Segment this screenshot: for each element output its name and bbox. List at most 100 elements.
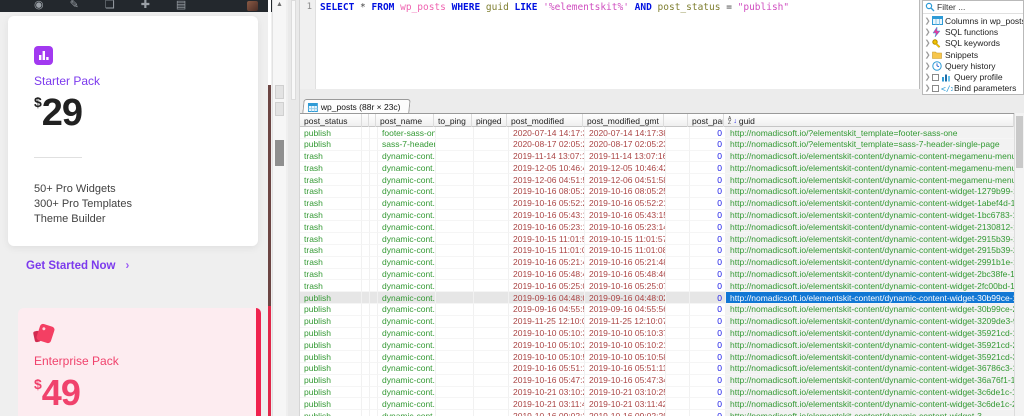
cell-c1[interactable] bbox=[362, 256, 370, 269]
cell-post_modified[interactable]: 2019-10-16 05:47:34 bbox=[509, 374, 585, 387]
tree-item-bind-parameters[interactable]: ❯ </>Bind parameters bbox=[923, 83, 1023, 94]
cell-c2[interactable] bbox=[370, 174, 378, 186]
cell-post_name[interactable]: dynamic-cont... bbox=[378, 280, 436, 293]
cell-post_parent[interactable]: 0 bbox=[690, 256, 726, 269]
table-row[interactable]: publish dynamic-cont... 2019-11-25 12:10:0… bbox=[300, 315, 1014, 328]
cell-post_modified_gmt[interactable]: 2019-10-10 05:10:21 bbox=[585, 339, 666, 352]
cell-post_name[interactable]: dynamic-cont... bbox=[378, 398, 436, 411]
table-row[interactable]: publish dynamic-cont... 2019-10-10 05:10:3… bbox=[300, 327, 1014, 340]
get-started-link[interactable]: Get Started Now › bbox=[26, 260, 129, 272]
cell-guid[interactable]: http://nomadicsoft.io/elementskit-conten… bbox=[726, 292, 1014, 304]
cell-post_modified_gmt[interactable]: 2020-07-14 14:17:38 bbox=[585, 127, 666, 139]
cell-to_ping[interactable] bbox=[436, 362, 474, 375]
cell-post_name[interactable]: dynamic-cont... bbox=[378, 233, 436, 245]
tree-item-sql-functions[interactable]: ❯ SQL functions bbox=[923, 26, 1023, 38]
cell-pinged[interactable] bbox=[474, 221, 509, 234]
column-header-post_modified[interactable]: post_modified bbox=[507, 114, 583, 127]
cell-c1[interactable] bbox=[362, 410, 370, 416]
cell-post_name[interactable]: dynamic-cont... bbox=[378, 303, 436, 316]
cell-guid[interactable]: http://nomadicsoft.io/elementskit-conten… bbox=[726, 351, 1014, 363]
cell-guid[interactable]: http://nomadicsoft.io/elementskit-conten… bbox=[726, 185, 1014, 198]
cell-c2[interactable] bbox=[370, 185, 378, 198]
cell-c1[interactable] bbox=[362, 398, 370, 411]
tree-item-snippets[interactable]: ❯ Snippets bbox=[923, 49, 1023, 60]
browser-scrollbar[interactable]: ▲ bbox=[272, 0, 286, 416]
cell-to_ping[interactable] bbox=[436, 197, 474, 210]
cell-c1[interactable] bbox=[362, 268, 370, 281]
cell-post_parent[interactable]: 0 bbox=[690, 244, 726, 257]
cell-c3[interactable] bbox=[666, 150, 690, 163]
cell-pinged[interactable] bbox=[474, 351, 509, 363]
cell-c1[interactable] bbox=[362, 174, 370, 186]
column-header-to_ping[interactable]: to_ping bbox=[434, 114, 472, 127]
cell-pinged[interactable] bbox=[474, 138, 509, 151]
table-row[interactable]: trash dynamic-cont... 2019-10-16 05:23:14 2… bbox=[300, 221, 1014, 234]
cell-to_ping[interactable] bbox=[436, 209, 474, 222]
cell-post_modified[interactable]: 2019-10-15 11:01:57 bbox=[509, 233, 585, 245]
cell-c3[interactable] bbox=[666, 162, 690, 175]
cell-post_name[interactable]: dynamic-cont... bbox=[378, 351, 436, 363]
cell-post_parent[interactable]: 0 bbox=[690, 174, 726, 186]
cell-post_name[interactable]: dynamic-cont... bbox=[378, 327, 436, 340]
table-row[interactable]: publish sass-7-header-... 2020-08-17 02:05… bbox=[300, 138, 1014, 151]
cell-post_modified_gmt[interactable]: 2019-10-16 09:02:29 bbox=[585, 410, 666, 416]
cell-post_name[interactable]: dynamic-cont... bbox=[378, 244, 436, 257]
cell-c1[interactable] bbox=[362, 362, 370, 375]
cell-post_name[interactable]: dynamic-cont... bbox=[378, 209, 436, 222]
cell-c2[interactable] bbox=[370, 374, 378, 387]
cell-to_ping[interactable] bbox=[436, 127, 474, 139]
cell-c1[interactable] bbox=[362, 292, 370, 304]
cell-guid[interactable]: http://nomadicsoft.io/elementskit-conten… bbox=[726, 303, 1014, 316]
cell-guid[interactable]: http://nomadicsoft.io/elementskit-conten… bbox=[726, 280, 1014, 293]
cell-c2[interactable] bbox=[370, 138, 378, 151]
cell-to_ping[interactable] bbox=[436, 256, 474, 269]
cell-post_status[interactable]: publish bbox=[300, 410, 362, 416]
cell-c3[interactable] bbox=[666, 256, 690, 269]
cell-post_status[interactable]: publish bbox=[300, 362, 362, 375]
cell-c3[interactable] bbox=[666, 386, 690, 399]
cell-guid[interactable]: http://nomadicsoft.io/elementskit-conten… bbox=[726, 315, 1014, 328]
cell-guid[interactable]: http://nomadicsoft.io/elementskit-conten… bbox=[726, 150, 1014, 163]
cell-post_name[interactable]: dynamic-cont... bbox=[378, 221, 436, 234]
cell-c3[interactable] bbox=[666, 327, 690, 340]
cell-post_modified_gmt[interactable]: 2019-10-15 11:01:08 bbox=[585, 244, 666, 257]
cell-guid[interactable]: http://nomadicsoft.io/elementskit-conten… bbox=[726, 244, 1014, 257]
cell-c1[interactable] bbox=[362, 244, 370, 257]
scroll-up-arrow-icon[interactable]: ▲ bbox=[276, 1, 283, 8]
cell-post_status[interactable]: trash bbox=[300, 244, 362, 257]
cell-to_ping[interactable] bbox=[436, 410, 474, 416]
cell-c2[interactable] bbox=[370, 410, 378, 416]
cell-post_modified_gmt[interactable]: 2019-12-05 10:46:42 bbox=[585, 162, 666, 175]
cell-post_name[interactable]: dynamic-cont... bbox=[378, 162, 436, 175]
cell-post_modified[interactable]: 2019-10-16 08:05:25 bbox=[509, 185, 585, 198]
cell-to_ping[interactable] bbox=[436, 174, 474, 186]
cell-guid[interactable]: http://nomadicsoft.io/elementskit-conten… bbox=[726, 339, 1014, 352]
cell-post_name[interactable]: dynamic-cont... bbox=[378, 362, 436, 375]
cell-post_parent[interactable]: 0 bbox=[690, 362, 726, 375]
table-row[interactable]: publish footer-sass-one 2020-07-14 14:17:3… bbox=[300, 127, 1014, 139]
cell-guid[interactable]: http://nomadicsoft.io/elementskit-conten… bbox=[726, 197, 1014, 210]
pencil-icon[interactable]: ✎ bbox=[70, 0, 79, 11]
cell-guid[interactable]: http://nomadicsoft.io/elementskit-conten… bbox=[726, 386, 1014, 399]
cell-c3[interactable] bbox=[666, 303, 690, 316]
cell-post_modified[interactable]: 2019-12-05 10:46:42 bbox=[509, 162, 585, 175]
table-row[interactable]: publish dynamic-cont... 2019-09-16 04:55:5… bbox=[300, 303, 1014, 316]
table-row[interactable]: trash dynamic-cont... 2019-10-16 05:43:15 2… bbox=[300, 209, 1014, 222]
cell-c1[interactable] bbox=[362, 339, 370, 352]
cell-guid[interactable]: http://nomadicsoft.io/elementskit-conten… bbox=[726, 398, 1014, 411]
cell-post_modified_gmt[interactable]: 2019-10-15 11:01:57 bbox=[585, 233, 666, 245]
cell-post_modified_gmt[interactable]: 2019-09-16 04:48:02 bbox=[585, 292, 666, 304]
column-header-post_modified_gmt[interactable]: post_modified_gmt bbox=[583, 114, 664, 127]
table-row[interactable]: publish dynamic-cont... 2019-10-21 03:11:4… bbox=[300, 398, 1014, 411]
cell-c3[interactable] bbox=[666, 362, 690, 375]
tab-wp-posts[interactable]: wp_posts (88r × 23c) bbox=[302, 99, 411, 113]
cell-to_ping[interactable] bbox=[436, 303, 474, 316]
cell-post_parent[interactable]: 0 bbox=[690, 127, 726, 139]
cell-post_status[interactable]: trash bbox=[300, 209, 362, 222]
cell-post_modified[interactable]: 2019-10-10 05:10:37 bbox=[509, 327, 585, 340]
cell-pinged[interactable] bbox=[474, 386, 509, 399]
cell-post_modified_gmt[interactable]: 2019-10-21 03:10:25 bbox=[585, 386, 666, 399]
cell-to_ping[interactable] bbox=[436, 351, 474, 363]
cell-guid[interactable]: http://nomadicsoft.io/elementskit-conten… bbox=[726, 410, 1014, 416]
cell-pinged[interactable] bbox=[474, 280, 509, 293]
